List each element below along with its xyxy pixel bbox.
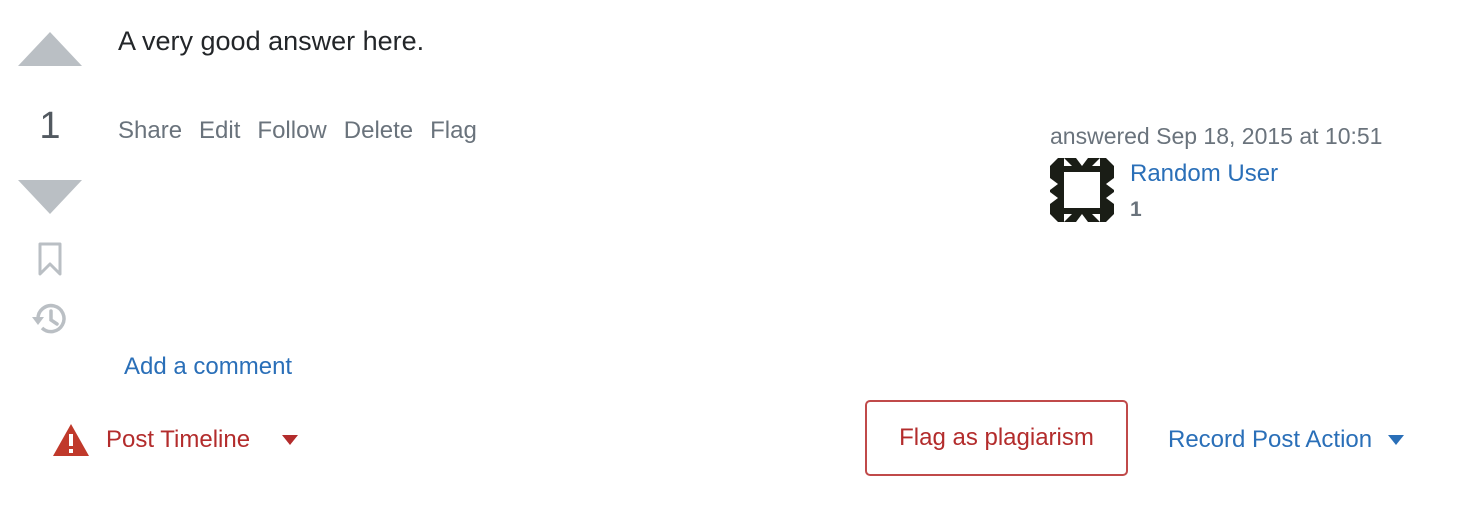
triangle-down-icon: [18, 180, 82, 214]
triangle-up-icon: [18, 32, 82, 66]
share-link[interactable]: Share: [118, 114, 182, 148]
post-timeline-button[interactable]: Post Timeline: [52, 420, 299, 460]
upvote-button[interactable]: [18, 32, 82, 66]
user-avatar[interactable]: [1050, 158, 1114, 222]
post-body: A very good answer here.: [118, 26, 425, 56]
answer-post: 1 A very good answer here. Share Edit Fo…: [0, 0, 1466, 506]
delete-link[interactable]: Delete: [344, 114, 413, 148]
record-post-action-label: Record Post Action: [1168, 426, 1373, 453]
record-post-action-button[interactable]: Record Post Action: [1168, 420, 1405, 460]
flag-plagiarism-button[interactable]: Flag as plagiarism: [865, 400, 1128, 476]
user-reputation: 1: [1130, 198, 1142, 221]
post-menu: Share Edit Follow Delete Flag: [118, 114, 477, 148]
follow-link[interactable]: Follow: [257, 114, 326, 148]
post-timeline-label: Post Timeline: [106, 426, 251, 453]
edit-link[interactable]: Edit: [199, 114, 240, 148]
caret-down-icon: [1388, 435, 1405, 445]
warning-icon: [53, 424, 89, 456]
vote-count: 1: [39, 105, 61, 147]
user-info: Random User 1: [1050, 158, 1450, 224]
add-comment-link[interactable]: Add a comment: [124, 350, 292, 384]
user-card: answered Sep 18, 2015 at 10:51 Random Us…: [1050, 120, 1450, 224]
caret-down-icon: [282, 435, 299, 445]
answered-timestamp[interactable]: answered Sep 18, 2015 at 10:51: [1050, 120, 1450, 152]
flag-link[interactable]: Flag: [430, 114, 477, 148]
downvote-button[interactable]: [18, 180, 82, 214]
history-icon[interactable]: [30, 300, 70, 338]
user-name-link[interactable]: Random User: [1130, 158, 1278, 190]
bookmark-icon[interactable]: [38, 242, 62, 276]
